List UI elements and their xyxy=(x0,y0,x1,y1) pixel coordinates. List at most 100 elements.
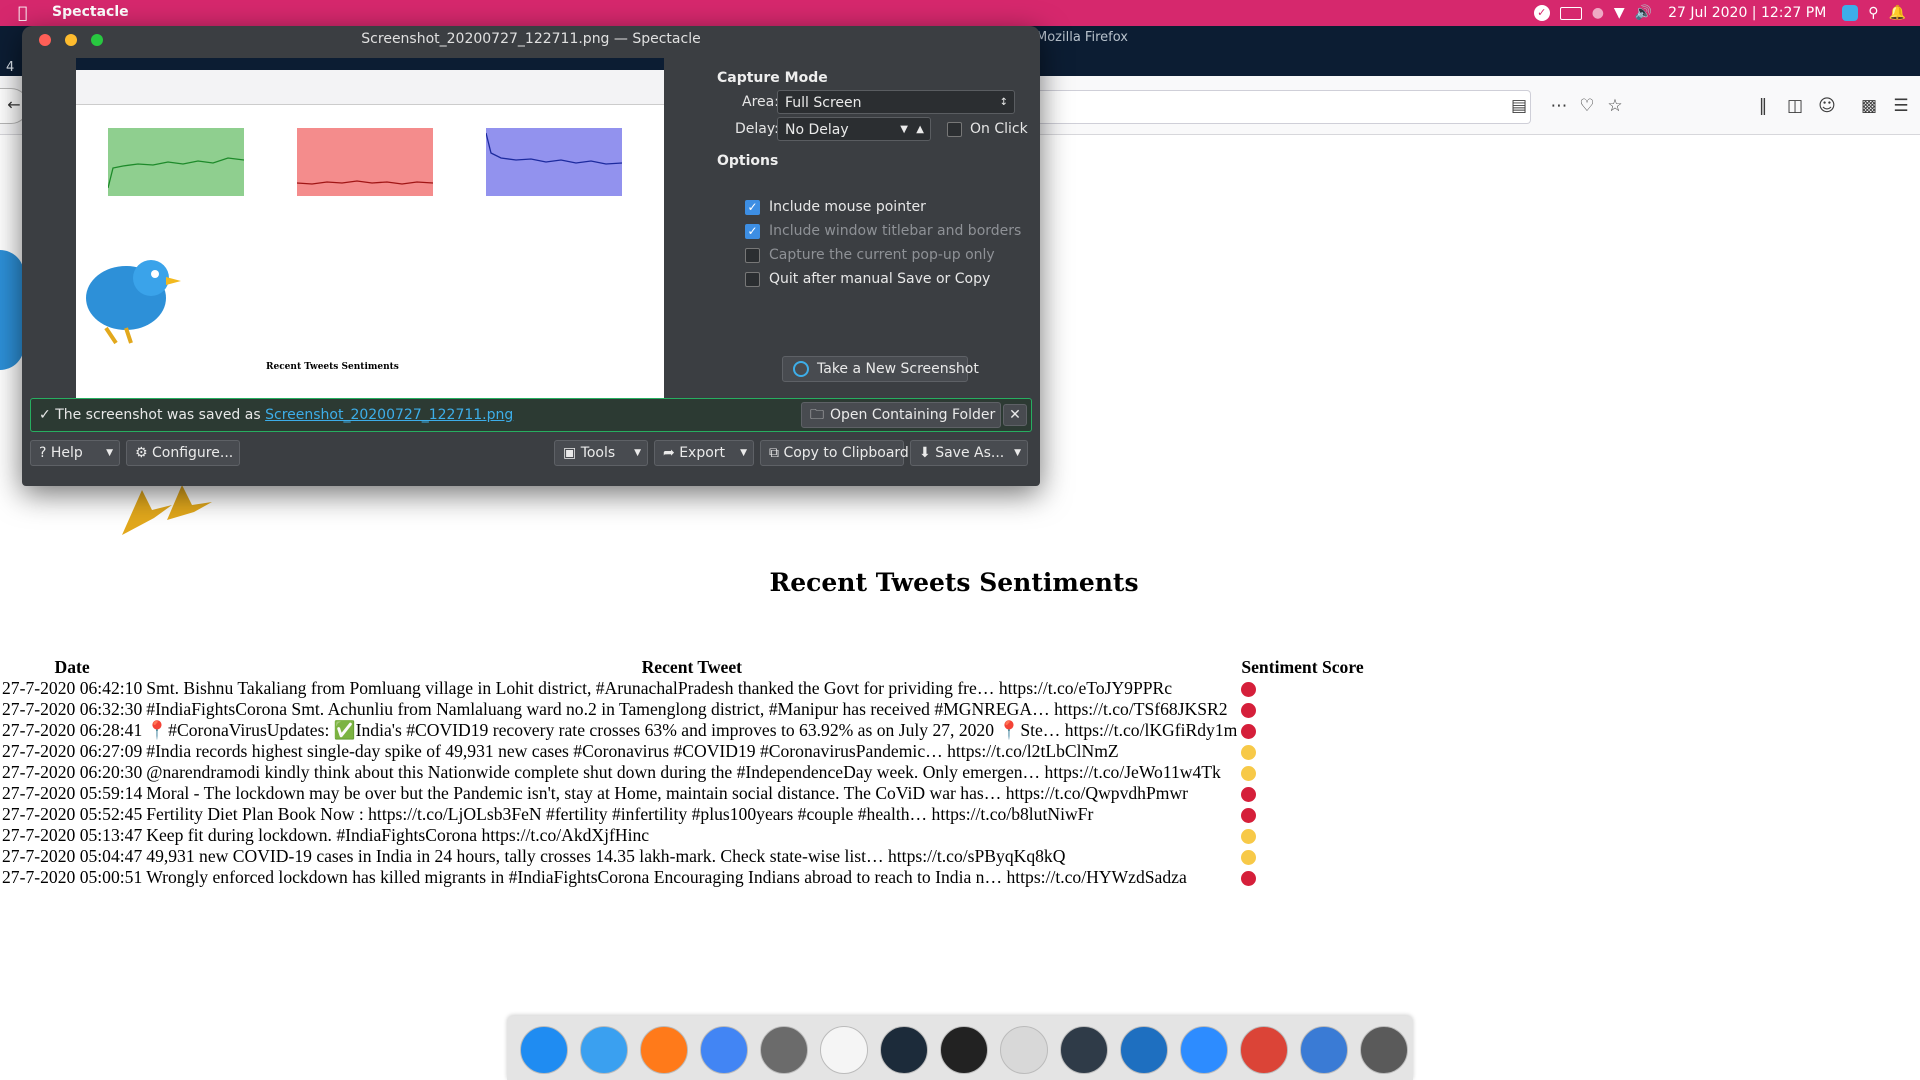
neutral-face-icon xyxy=(1241,850,1257,866)
table-row: 27-7-2020 06:32:30 #IndiaFightsCorona Smt… xyxy=(0,699,1366,720)
search-icon[interactable]: ⚲ xyxy=(1868,5,1878,21)
tools-label: Tools xyxy=(580,445,616,461)
delay-value: No Delay xyxy=(785,122,849,138)
table-row: 27-7-2020 05:04:47 49,931 new COVID-19 ca… xyxy=(0,846,1366,867)
maximize-window-button[interactable] xyxy=(91,34,103,46)
tweet-date: 27-7-2020 06:27:09 xyxy=(2,741,143,761)
save-as-button[interactable]: ⬇ Save As... ▼ xyxy=(910,440,1028,466)
sentiment-cell xyxy=(1239,678,1365,699)
pocket-icon[interactable]: ♡ xyxy=(1576,95,1598,117)
screenshot-preview[interactable]: Recent Tweets Sentiments xyxy=(76,58,664,418)
close-window-button[interactable] xyxy=(39,34,51,46)
help-button[interactable]: ? Help ▼ xyxy=(30,440,120,466)
hamburger-menu-icon[interactable]: ☰ xyxy=(1890,95,1912,117)
area-select[interactable]: Full Screen ↕ xyxy=(777,90,1015,114)
library-icon[interactable]: ‖ xyxy=(1752,95,1774,117)
updown-chevron-icon: ↕ xyxy=(999,97,1008,108)
music-app-icon[interactable] xyxy=(820,1026,868,1074)
decrease-delay-icon[interactable]: ▼ xyxy=(900,118,908,142)
copy-to-clipboard-button[interactable]: ⧉ Copy to Clipboard xyxy=(760,440,909,466)
copy-icon: ⧉ xyxy=(769,445,779,461)
increase-delay-icon[interactable]: ▲ xyxy=(916,118,924,142)
configure-label: Configure... xyxy=(152,445,234,461)
volume-icon[interactable]: 🔊 xyxy=(1635,5,1652,21)
saved-file-link[interactable]: Screenshot_20200727_122711.png xyxy=(265,407,513,423)
tweet-date: 27-7-2020 05:59:14 xyxy=(2,783,143,803)
table-row: 27-7-2020 06:28:41 📍#CoronaVirusUpdates: … xyxy=(0,720,1366,741)
sentiment-cell xyxy=(1239,720,1365,741)
option-checkbox[interactable] xyxy=(745,272,760,287)
spectacle-app-icon[interactable] xyxy=(1300,1026,1348,1074)
tweet-text: Fertility Diet Plan Book Now : https://t… xyxy=(146,804,1094,824)
window-title: Screenshot_20200727_122711.png — Spectac… xyxy=(361,31,701,47)
tweet-date: 27-7-2020 05:52:45 xyxy=(2,804,143,824)
finder-app-icon[interactable] xyxy=(580,1026,628,1074)
saved-prefix: The screenshot was saved as xyxy=(55,407,261,423)
option-label: Capture the current pop-up only xyxy=(769,247,995,263)
sentiment-cell xyxy=(1239,699,1365,720)
clock-app-icon[interactable] xyxy=(1360,1026,1408,1074)
dock xyxy=(507,1016,1413,1080)
chevron-down-icon: ▼ xyxy=(634,448,641,458)
neutral-face-icon xyxy=(1241,745,1257,761)
chrome-app-icon[interactable] xyxy=(1240,1026,1288,1074)
sidebar-icon[interactable]: ◫ xyxy=(1784,95,1806,117)
bell-icon[interactable]: 🔔 xyxy=(1889,5,1906,21)
battery-icon[interactable] xyxy=(1559,6,1582,20)
neutral-face-icon xyxy=(1241,766,1257,782)
reader-view-icon[interactable]: ▤ xyxy=(1508,95,1530,117)
configure-button[interactable]: ⚙ Configure... xyxy=(126,440,240,466)
close-notification-button[interactable]: ✕ xyxy=(1003,404,1027,426)
zoom-app-icon[interactable] xyxy=(1180,1026,1228,1074)
delay-spinbox[interactable]: No Delay ▼ ▲ xyxy=(777,117,931,141)
table-row: 27-7-2020 05:59:14 Moral - The lockdown m… xyxy=(0,783,1366,804)
take-new-screenshot-button[interactable]: Take a New Screenshot xyxy=(782,356,979,382)
system-settings-app-icon[interactable] xyxy=(760,1026,808,1074)
firefox-app-icon[interactable] xyxy=(640,1026,688,1074)
apple-icon[interactable]:  xyxy=(18,3,28,22)
option-checkbox[interactable]: ✓ xyxy=(745,200,760,215)
table-row: 27-7-2020 06:42:10 Smt. Bishnu Takaliang … xyxy=(0,678,1366,699)
notifications-app-icon[interactable] xyxy=(1842,5,1859,21)
options-title: Options xyxy=(717,153,779,169)
area-select-value: Full Screen xyxy=(785,95,862,111)
dropdown-arrow-icon[interactable]: ▼ xyxy=(1614,5,1625,21)
minimize-window-button[interactable] xyxy=(65,34,77,46)
trash-app-icon[interactable] xyxy=(1000,1026,1048,1074)
account-icon[interactable]: ☺ xyxy=(1816,95,1838,117)
app-store-app-icon[interactable] xyxy=(520,1026,568,1074)
bird-feet-image xyxy=(122,485,212,535)
open-folder-label: Open Containing Folder xyxy=(830,407,996,423)
camera-icon xyxy=(793,361,809,377)
on-click-checkbox[interactable] xyxy=(947,122,962,137)
bookmark-star-icon[interactable]: ☆ xyxy=(1604,95,1626,117)
sentiment-cell xyxy=(1239,846,1365,867)
chromium-app-icon[interactable] xyxy=(700,1026,748,1074)
vs-code-app-icon[interactable] xyxy=(1120,1026,1168,1074)
check-circle-icon[interactable]: ✓ xyxy=(1533,5,1550,21)
active-app-name[interactable]: Spectacle xyxy=(52,4,129,20)
firefox-tab-count[interactable]: 4 xyxy=(6,60,14,75)
url-bar[interactable] xyxy=(1040,90,1531,124)
extensions-icon[interactable]: ▩ xyxy=(1858,95,1880,117)
export-button[interactable]: ➦ Export ▼ xyxy=(654,440,754,466)
tools-button[interactable]: ▣ Tools ▼ xyxy=(554,440,648,466)
option-label: Quit after manual Save or Copy xyxy=(769,271,991,287)
save-icon: ⬇ xyxy=(919,445,931,461)
angry-face-icon xyxy=(1241,871,1257,887)
electron-app-icon[interactable] xyxy=(1060,1026,1108,1074)
option-label: Include window titlebar and borders xyxy=(769,223,1022,239)
clock[interactable]: 27 Jul 2020 | 12:27 PM xyxy=(1668,5,1826,21)
terminal-app-icon[interactable] xyxy=(940,1026,988,1074)
copy-label: Copy to Clipboard xyxy=(783,445,909,461)
angry-face-icon xyxy=(1241,724,1257,740)
tweets-table-body: 27-7-2020 06:42:10 Smt. Bishnu Takaliang … xyxy=(0,678,1366,888)
calculator-app-icon[interactable] xyxy=(880,1026,928,1074)
tweet-text: 📍#CoronaVirusUpdates: ✅India's #COVID19 … xyxy=(146,720,1238,740)
table-row: 27-7-2020 05:13:47 Keep fit during lockdo… xyxy=(0,825,1366,846)
microphone-icon[interactable]: ● xyxy=(1592,5,1604,21)
tweet-date: 27-7-2020 05:13:47 xyxy=(2,825,143,845)
more-actions-icon[interactable]: ⋯ xyxy=(1548,95,1570,117)
open-containing-folder-button[interactable]: 🗀 Open Containing Folder xyxy=(801,402,1001,428)
chevron-down-icon: ▼ xyxy=(1014,448,1021,458)
